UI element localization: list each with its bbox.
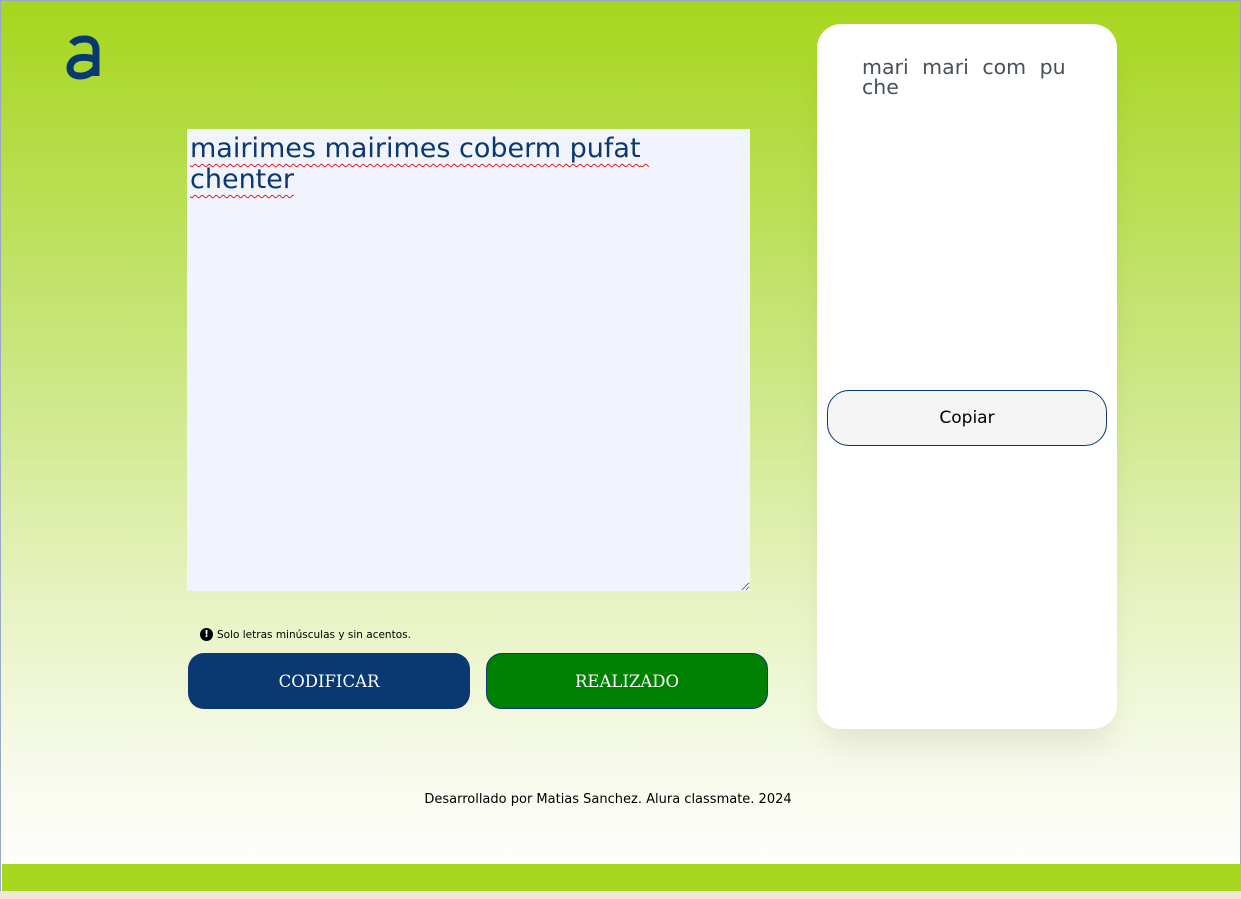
exclamation-circle-icon: !	[200, 628, 213, 641]
hint-text: Solo letras minúsculas y sin acentos.	[217, 628, 411, 641]
text-input[interactable]	[187, 129, 750, 591]
footer-bar	[2, 864, 1241, 891]
page: ! Solo letras minúsculas y sin acentos. …	[0, 0, 1241, 891]
encode-button-label: CODIFICAR	[278, 671, 380, 691]
output-panel: mari mari com pu che Copiar	[817, 24, 1117, 729]
done-button[interactable]: REALIZADO	[486, 653, 768, 709]
encode-button[interactable]: CODIFICAR	[188, 653, 470, 709]
alura-logo-icon	[66, 35, 100, 80]
copy-button-label: Copiar	[939, 408, 995, 428]
done-button-label: REALIZADO	[575, 671, 679, 691]
output-text: mari mari com pu che	[862, 55, 1066, 99]
copy-button[interactable]: Copiar	[827, 390, 1107, 446]
hint: ! Solo letras minúsculas y sin acentos.	[200, 628, 411, 641]
footer-credit: Desarrollado por Matias Sanchez. Alura c…	[424, 792, 792, 807]
